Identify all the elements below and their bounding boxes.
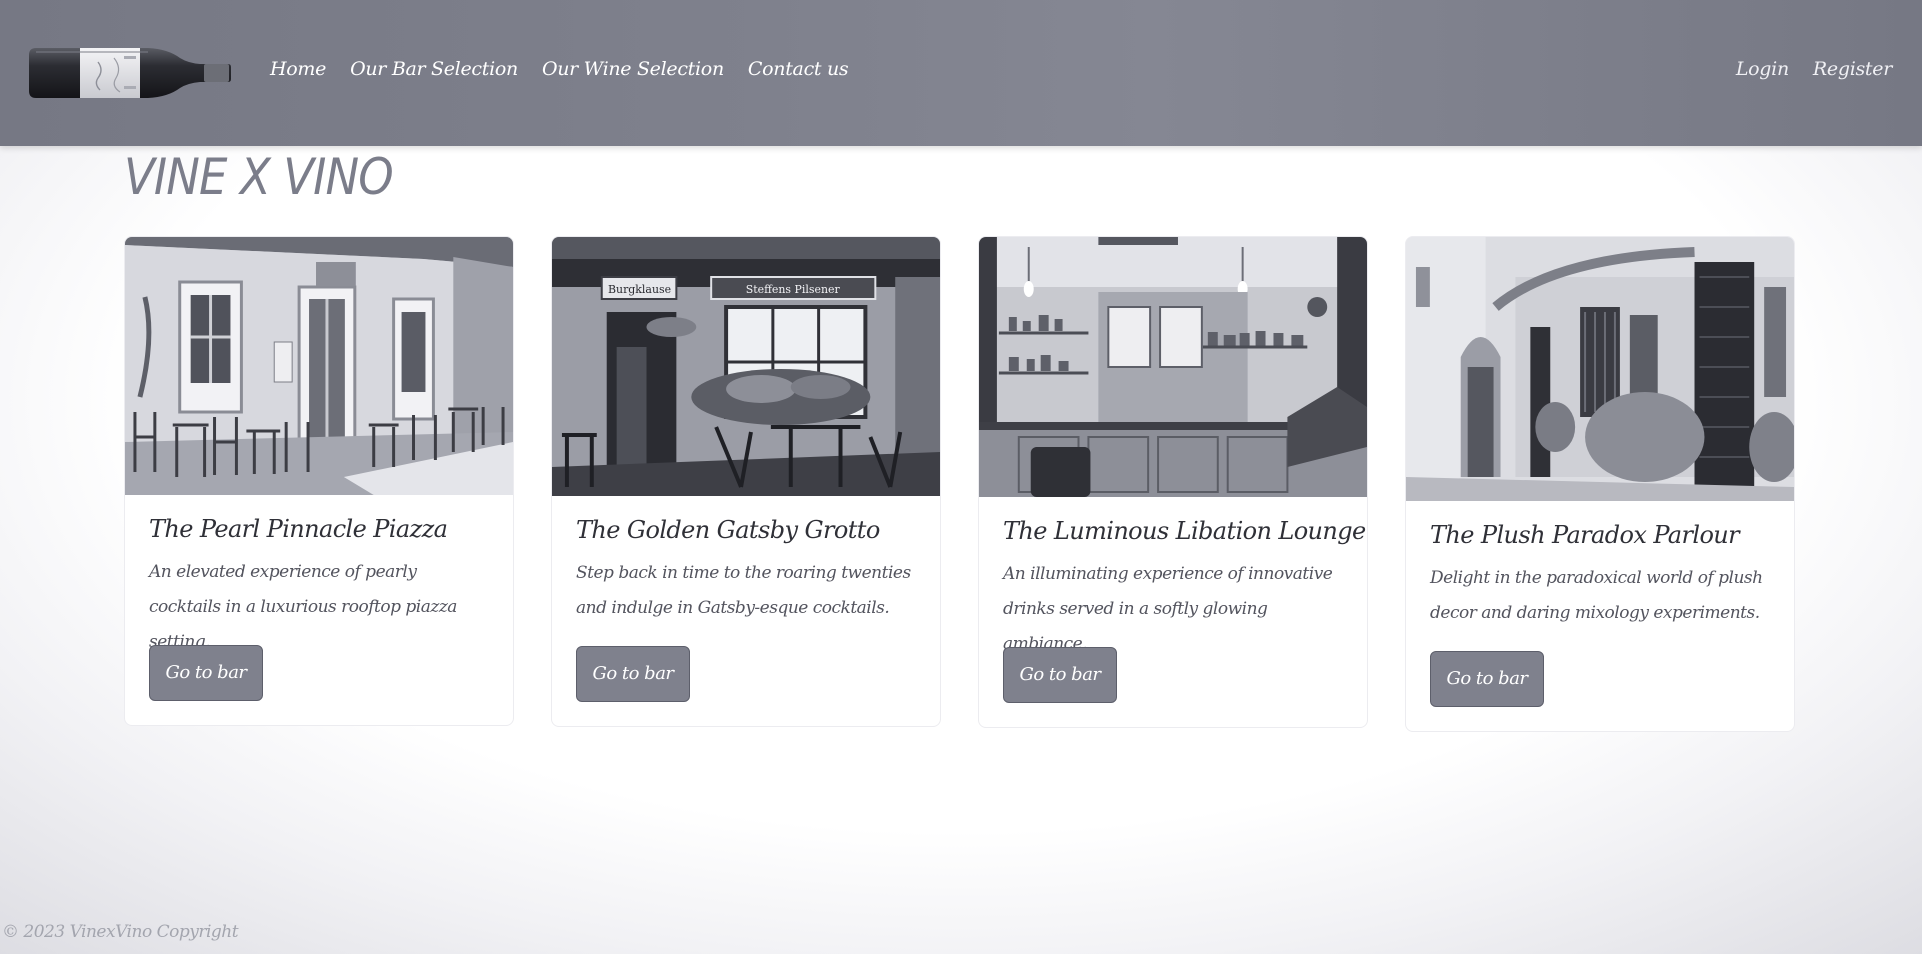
bar-card: The Plush Paradox Parlour Delight in the… (1405, 236, 1795, 732)
go-to-bar-button[interactable]: Go to bar (1003, 647, 1117, 703)
card-body: The Plush Paradox Parlour Delight in the… (1406, 501, 1794, 731)
main-nav: Home Our Bar Selection Our Wine Selectio… (270, 58, 849, 80)
pub-storefront-photo: Burgklause Steffens Pilsener (552, 237, 940, 496)
card-body: The Luminous Libation Lounge An illumina… (979, 497, 1367, 727)
go-to-bar-button[interactable]: Go to bar (149, 645, 263, 701)
card-title: The Pearl Pinnacle Piazza (149, 515, 448, 543)
bar-card: The Pearl Pinnacle Piazza An elevated ex… (124, 236, 514, 726)
auth-nav: Login Register (1736, 58, 1892, 80)
svg-text:Burgklause: Burgklause (608, 283, 671, 296)
site-title: VINE X VINO (124, 148, 394, 206)
footer-copyright: © 2023 VinexVino Copyright (2, 922, 239, 942)
wine-bottle-icon[interactable] (28, 46, 232, 100)
svg-text:Steffens Pilsener: Steffens Pilsener (746, 283, 841, 296)
bar-card: The Luminous Libation Lounge An illumina… (978, 236, 1368, 728)
card-description: Delight in the paradoxical world of plus… (1430, 568, 1763, 623)
go-to-bar-button[interactable]: Go to bar (1430, 651, 1544, 707)
navbar: Home Our Bar Selection Our Wine Selectio… (0, 0, 1922, 146)
card-description: Step back in time to the roaring twentie… (576, 563, 911, 618)
nav-bar-selection-link[interactable]: Our Bar Selection (350, 58, 518, 80)
card-body: The Pearl Pinnacle Piazza An elevated ex… (125, 495, 513, 725)
card-title: The Plush Paradox Parlour (1430, 521, 1740, 549)
flowered-street-photo (1406, 237, 1794, 501)
card-description: An illuminating experience of innovative… (1003, 564, 1333, 654)
bar-card: Burgklause Steffens Pilsener The Golden … (551, 236, 941, 727)
card-description: An elevated experience of pearly cocktai… (149, 562, 457, 652)
nav-wine-selection-link[interactable]: Our Wine Selection (542, 58, 724, 80)
card-title: The Luminous Libation Lounge (1003, 517, 1366, 545)
nav-home-link[interactable]: Home (270, 58, 326, 80)
card-body: The Golden Gatsby Grotto Step back in ti… (552, 496, 940, 726)
bar-interior-photo (979, 237, 1367, 497)
login-link[interactable]: Login (1736, 58, 1789, 80)
nav-contact-link[interactable]: Contact us (748, 58, 849, 80)
go-to-bar-button[interactable]: Go to bar (576, 646, 690, 702)
register-link[interactable]: Register (1813, 58, 1892, 80)
outdoor-cafe-terrace-photo (125, 237, 513, 495)
card-title: The Golden Gatsby Grotto (576, 516, 880, 544)
